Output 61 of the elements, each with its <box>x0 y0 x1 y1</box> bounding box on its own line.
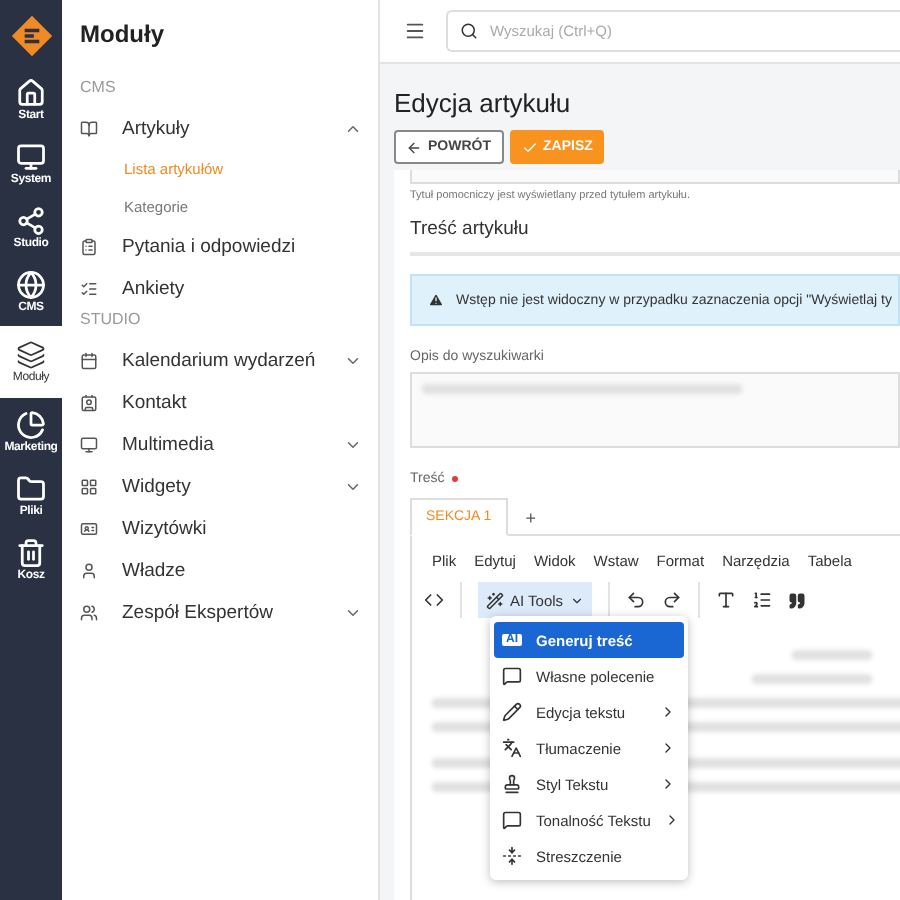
chevron-down-icon[interactable] <box>344 604 362 622</box>
wand-icon <box>486 591 504 609</box>
redo-icon[interactable] <box>661 590 682 610</box>
input-field[interactable] <box>410 170 900 184</box>
stamp-icon <box>502 774 522 794</box>
collapse-icon <box>502 846 522 866</box>
chevron-up-icon[interactable] <box>344 120 362 138</box>
folder-icon <box>16 474 46 504</box>
menu-icon[interactable] <box>404 20 426 42</box>
id-card-icon <box>80 520 98 538</box>
users-icon <box>80 604 98 622</box>
calendar-icon <box>80 352 98 370</box>
section-title: Treść artykułu <box>410 218 900 256</box>
sidebar-item[interactable]: Artykuły <box>122 118 344 140</box>
chevron-down-icon[interactable] <box>344 352 362 370</box>
chevron-down-icon[interactable] <box>344 478 362 496</box>
sidebar-item[interactable]: Ankiety <box>122 278 362 300</box>
speech-bubble-icon <box>502 810 522 830</box>
sidebar-item[interactable]: Widgety <box>122 476 344 498</box>
pie-chart-icon <box>16 410 46 440</box>
arrow-left-icon <box>406 139 422 155</box>
sidebar-item[interactable]: Multimedia <box>122 434 344 456</box>
chevron-down-icon[interactable] <box>344 436 362 454</box>
search-icon <box>460 22 478 40</box>
section-heading: STUDIO <box>80 310 143 328</box>
sidebar-item[interactable]: Władze <box>122 560 362 582</box>
description-field[interactable] <box>410 372 900 448</box>
pencil-icon <box>502 702 522 722</box>
home-icon <box>16 78 46 108</box>
share-icon <box>16 206 46 236</box>
logo-icon[interactable] <box>9 14 53 58</box>
grid-icon <box>80 478 98 496</box>
sidebar-item[interactable]: Kontakt <box>122 392 362 414</box>
chevron-down-icon <box>569 593 584 607</box>
source-code-icon[interactable] <box>424 590 444 610</box>
add-tab-button[interactable]: + <box>507 507 554 527</box>
monitor-icon <box>80 436 98 454</box>
undo-icon[interactable] <box>625 590 646 610</box>
page-title: Edycja artykułu <box>394 88 573 118</box>
sidebar-item[interactable]: Kalendarium wydarzeń <box>122 350 344 372</box>
book-icon <box>80 120 98 138</box>
globe-icon <box>16 270 46 300</box>
sidebar-title: Moduły <box>80 20 166 48</box>
speech-bubble-icon <box>502 666 522 686</box>
section-heading: CMS <box>80 78 118 96</box>
translate-icon <box>502 738 522 758</box>
quote-icon[interactable] <box>787 591 806 609</box>
trash-icon <box>16 538 46 568</box>
sidebar-item[interactable]: Zespół Ekspertów <box>122 602 344 624</box>
contact-icon <box>80 394 98 412</box>
line-height-icon[interactable] <box>751 590 772 610</box>
sidebar-item[interactable]: Wizytówki <box>122 518 362 540</box>
check-icon <box>521 139 537 155</box>
layers-icon <box>16 340 46 370</box>
clipboard-icon <box>80 238 98 256</box>
warning-icon <box>428 292 444 308</box>
checklist-icon <box>80 280 98 298</box>
sidebar-item[interactable]: Pytania i odpowiedzi <box>122 236 362 258</box>
monitor-icon <box>16 142 46 172</box>
text-icon[interactable] <box>715 590 736 610</box>
user-icon <box>80 562 98 580</box>
